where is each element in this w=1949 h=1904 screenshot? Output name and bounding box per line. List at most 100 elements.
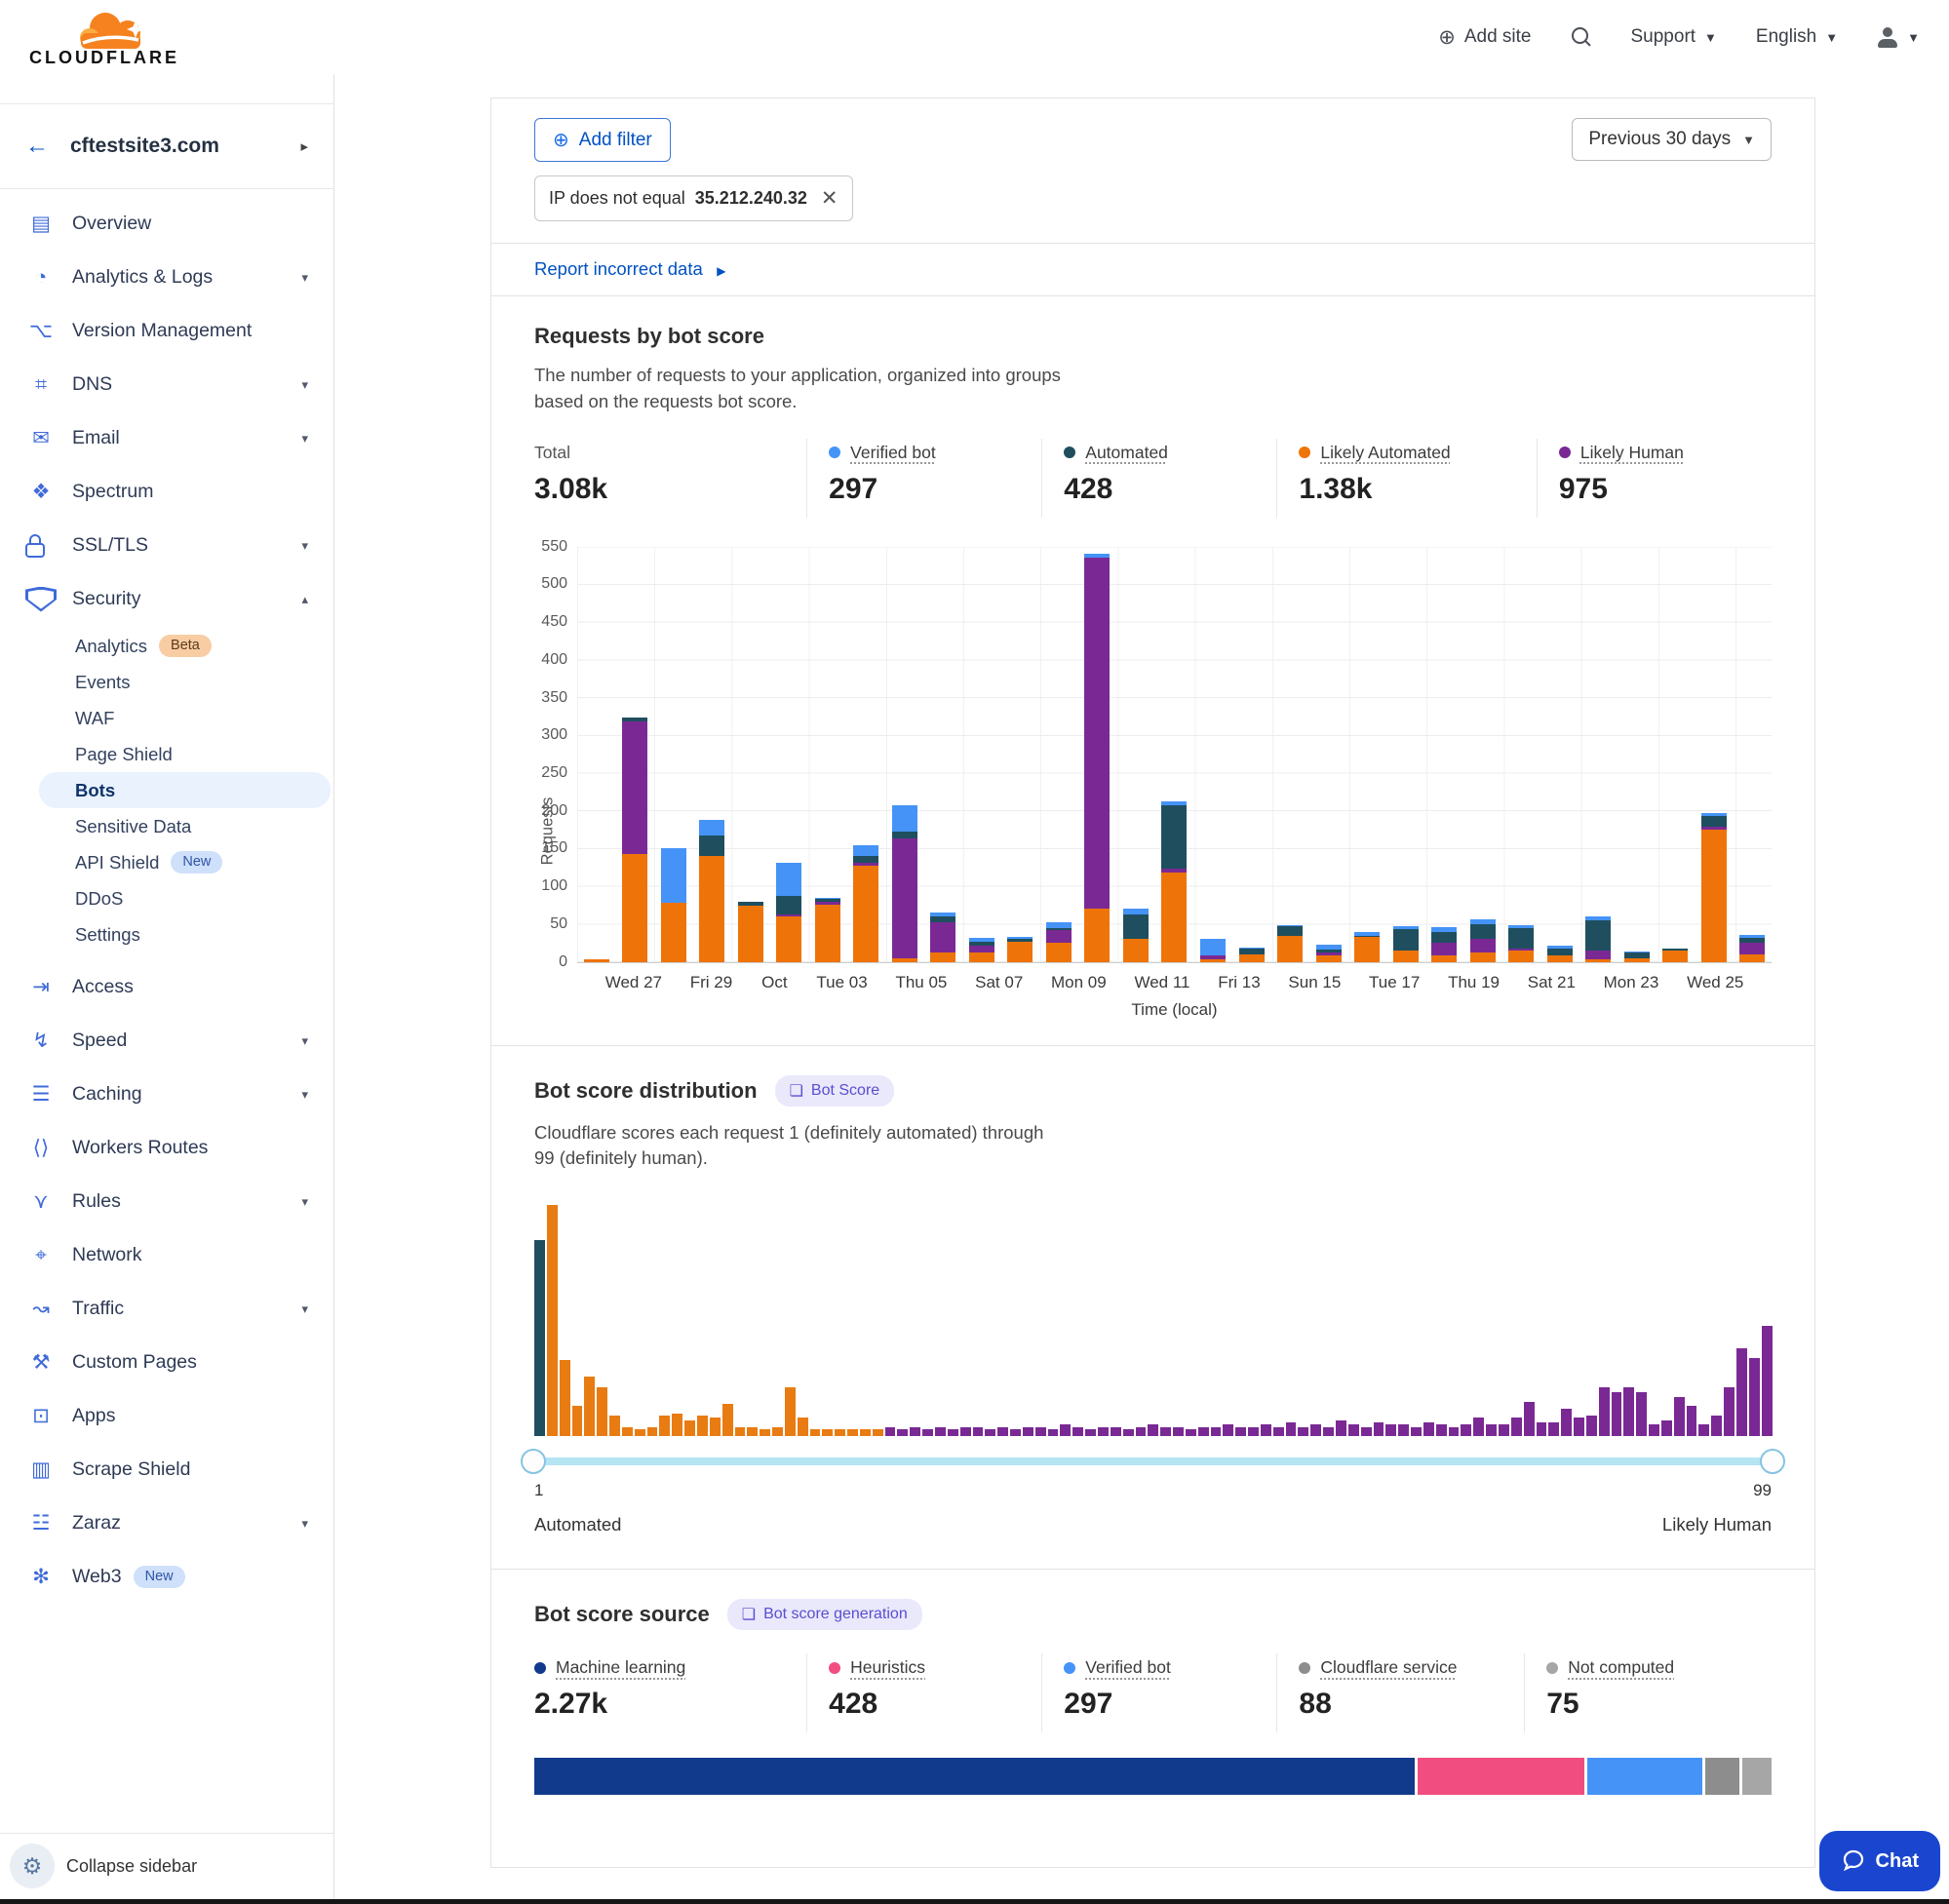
language-menu[interactable]: English ▼ [1756,26,1838,48]
slider-handle-min[interactable] [521,1449,546,1474]
chat-button[interactable]: Chat [1819,1831,1940,1891]
histogram-bin [697,1416,708,1436]
account-menu[interactable]: ▼ [1877,27,1920,48]
cloudflare-cloud-icon [78,8,156,51]
stat-label[interactable]: Machine learning [556,1657,685,1678]
sidebar-item-label: Page Shield [75,744,173,765]
segment-likely-automated [1508,951,1534,962]
histogram-bin [922,1429,933,1436]
sidebar-item-events[interactable]: Events [0,664,333,700]
sidebar-item-apps[interactable]: ⊡Apps [0,1389,333,1443]
bar-slot [1116,547,1155,962]
sidebar-item-traffic[interactable]: ↝Traffic▾ [0,1282,333,1336]
histogram-bin [547,1205,558,1436]
sidebar-item-analytics-logs[interactable]: ◔Analytics & Logs▾ [0,251,333,304]
bar-3 [661,848,686,962]
bar-slot [847,547,886,962]
histogram-bin [560,1360,570,1436]
report-incorrect-data-link[interactable]: Report incorrect data [534,258,703,279]
stat-label[interactable]: Likely Human [1580,443,1684,463]
chevron-down-icon: ▾ [301,1087,308,1103]
stat-value: 428 [829,1688,1032,1721]
add-site-button[interactable]: ⊕ Add site [1438,25,1531,50]
sidebar-item-waf[interactable]: WAF [0,700,333,736]
search-icon[interactable] [1571,26,1592,48]
sidebar-item-version-management[interactable]: ⌥Version Management [0,304,333,358]
legend-dot [829,447,840,458]
sidebar-item-bots[interactable]: Bots [39,772,331,808]
sidebar-item-caching[interactable]: ☰Caching▾ [0,1068,333,1121]
stat-label[interactable]: Verified bot [850,443,936,463]
requests-time-chart: Requests 5505004504003503002502001501005… [534,547,1772,1020]
sidebar-item-label: DDoS [75,888,123,910]
segment-automated [1393,929,1419,951]
stat-heuristics: Heuristics 428 [806,1653,1041,1732]
settings-gear-button[interactable]: ⚙ [10,1844,55,1888]
stat-automated: Automated428 [1041,439,1276,518]
stat-label[interactable]: Cloudflare service [1320,1657,1457,1678]
histogram-bin [1612,1392,1622,1436]
support-menu[interactable]: Support ▼ [1631,26,1717,48]
segment-likely-human [1431,943,1457,955]
sidebar-item-workers-routes[interactable]: ⟨⟩Workers Routes [0,1121,333,1175]
sidebar-item-network[interactable]: ⌖Network [0,1228,333,1282]
segment-likely-automated [1470,952,1496,961]
sidebar-item-spectrum[interactable]: ❖Spectrum [0,465,333,519]
sidebar-item-label: Zaraz [72,1512,121,1535]
slider-max-value: 99 [1753,1481,1772,1500]
sidebar-item-api-shield[interactable]: API ShieldNew [0,844,333,880]
add-filter-button[interactable]: ⊕ Add filter [534,118,671,162]
bar-slot [693,547,732,962]
chevron-right-icon: ▸ [300,137,308,155]
stat-likely-automated: Likely Automated1.38k [1276,439,1536,518]
back-arrow-icon[interactable]: ← [25,133,49,160]
x-tick-label [1743,973,1772,992]
collapse-sidebar-button[interactable]: Collapse sidebar [66,1856,197,1877]
segment-likely-automated [1084,909,1110,961]
sidebar-item-analytics[interactable]: AnalyticsBeta [0,628,333,664]
histogram-bin [985,1429,995,1436]
x-tick-label: Oct [760,973,789,992]
stat-label[interactable]: Verified bot [1085,1657,1171,1678]
sidebar-item-rules[interactable]: ⋎Rules▾ [0,1175,333,1228]
segment-likely-automated [1701,830,1727,962]
stat-label[interactable]: Likely Automated [1320,443,1450,463]
histogram-bin [1123,1429,1134,1436]
close-icon[interactable]: ✕ [821,186,838,211]
bar-28 [1624,952,1650,962]
stat-label[interactable]: Not computed [1568,1657,1674,1678]
stat-verified-bot: Verified bot297 [1041,1653,1276,1732]
histogram-bin [1035,1427,1046,1436]
stat-label[interactable]: Heuristics [850,1657,925,1678]
histogram-bin [1348,1424,1359,1436]
filter-chip[interactable]: IP does not equal 35.212.240.32 ✕ [534,175,853,221]
bot-score-doc-badge[interactable]: ❏ Bot Score [775,1075,895,1107]
sidebar-item-speed[interactable]: ↯Speed▾ [0,1014,333,1068]
caret-right-icon: ▶ [717,264,725,278]
sidebar-item-security[interactable]: Security▴ [0,572,333,626]
x-tick-label: Wed 27 [605,973,662,992]
sidebar-item-label: Custom Pages [72,1351,197,1374]
sidebar-item-web3[interactable]: ✻Web3New [0,1550,333,1604]
sidebar-item-label: Scrape Shield [72,1458,190,1481]
bot-score-generation-doc-badge[interactable]: ❏ Bot score generation [727,1599,922,1630]
sidebar-item-settings[interactable]: Settings [0,916,333,952]
date-range-dropdown[interactable]: Previous 30 days ▼ [1572,118,1772,161]
stat-label[interactable]: Automated [1085,443,1168,463]
sidebar-item-page-shield[interactable]: Page Shield [0,736,333,772]
cloudflare-logo[interactable]: CLOUDFLARE [29,8,179,66]
histogram-bin [1649,1424,1659,1436]
sidebar-item-ddos[interactable]: DDoS [0,880,333,916]
slider-handle-max[interactable] [1760,1449,1785,1474]
sidebar-item-ssl-tls[interactable]: SSL/TLS▾ [0,519,333,572]
sidebar-item-zaraz[interactable]: ☳Zaraz▾ [0,1496,333,1550]
sidebar-item-email[interactable]: ✉Email▾ [0,411,333,465]
sidebar-item-dns[interactable]: ⌗DNS▾ [0,358,333,411]
sidebar-item-sensitive-data[interactable]: Sensitive Data [0,808,333,844]
sidebar-item-custom-pages[interactable]: ⚒Custom Pages [0,1336,333,1389]
site-selector[interactable]: ← cftestsite3.com ▸ [0,103,333,189]
sidebar-item-overview[interactable]: ▤Overview [0,197,333,251]
sidebar-item-access[interactable]: ⇥Access [0,960,333,1014]
sidebar-item-scrape-shield[interactable]: ▥Scrape Shield [0,1443,333,1496]
x-tick-label: Fri 29 [690,973,732,992]
